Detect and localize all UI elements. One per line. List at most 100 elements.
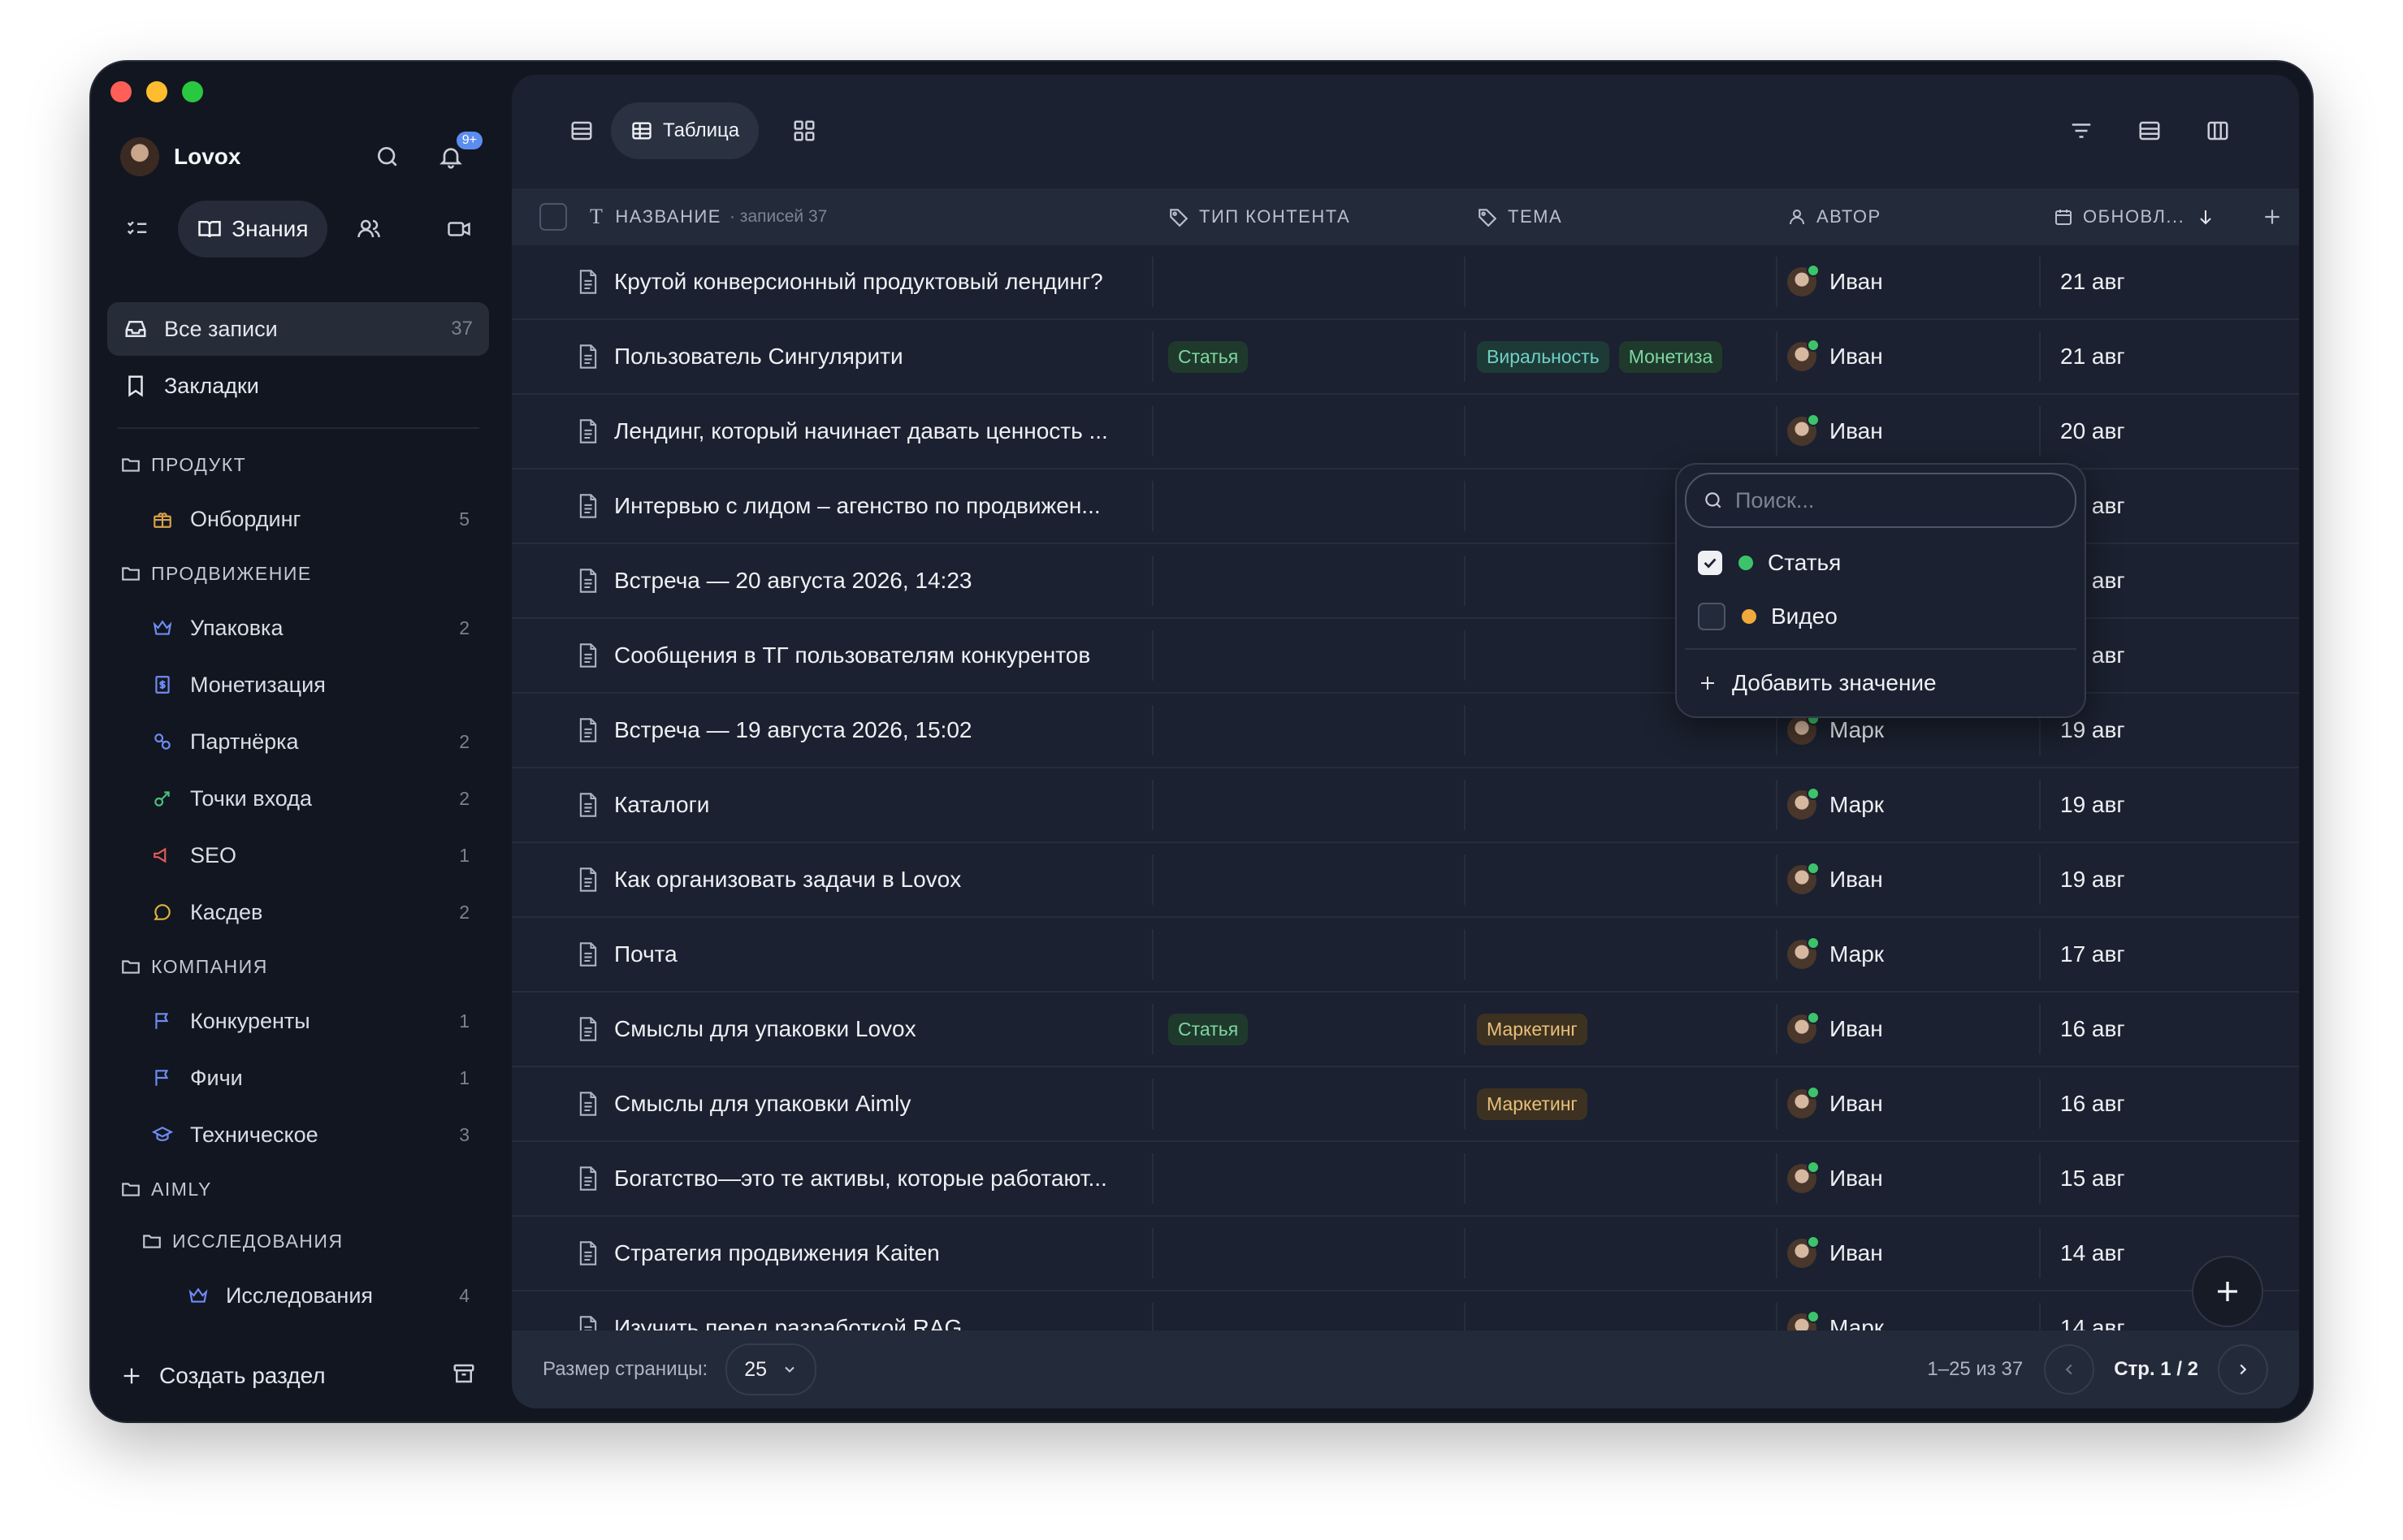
topic-cell[interactable] xyxy=(1477,768,1769,841)
topic-tag[interactable]: Виральность xyxy=(1477,340,1609,373)
author-cell[interactable]: Иван xyxy=(1787,320,1883,393)
add-record-button[interactable] xyxy=(2192,1256,2263,1327)
topic-tag[interactable]: Маркетинг xyxy=(1477,1013,1587,1045)
next-page-button[interactable] xyxy=(2218,1344,2268,1395)
maximize-window-button[interactable] xyxy=(182,81,203,102)
table-row[interactable]: Смыслы для упаковки Aimly Маркетинг Иван… xyxy=(512,1067,2299,1142)
select-all-checkbox[interactable] xyxy=(539,188,567,245)
row-title-cell[interactable]: Почта xyxy=(577,918,678,991)
dropdown-search-input[interactable] xyxy=(1734,487,2046,514)
option-article[interactable]: Статья xyxy=(1698,543,1841,583)
topic-cell[interactable]: Маркетинг xyxy=(1477,1067,1769,1140)
table-row[interactable]: Крутой конверсионный продуктовый лендинг… xyxy=(512,245,2299,320)
columns-layout-icon[interactable] xyxy=(2193,102,2242,159)
topic-cell[interactable] xyxy=(1477,918,1769,991)
checkbox-unchecked[interactable] xyxy=(1698,603,1725,630)
sidebar-item-all-records[interactable]: Все записи 37 xyxy=(107,302,489,356)
table-row[interactable]: Богатство—это те активы, которые работаю… xyxy=(512,1142,2299,1217)
sidebar-item-entry-points[interactable]: Точки входа 2 xyxy=(107,770,489,827)
topic-cell[interactable] xyxy=(1477,1142,1769,1215)
topic-tag[interactable]: Монетиза xyxy=(1618,340,1723,373)
content-type-cell[interactable]: Статья xyxy=(1168,320,1258,393)
row-title-cell[interactable]: Лендинг, который начинает давать ценност… xyxy=(577,395,1108,468)
column-header-content-type[interactable]: ТИП КОНТЕНТА xyxy=(1168,188,1350,245)
add-column-icon[interactable] xyxy=(2262,188,2283,245)
column-header-author[interactable]: АВТОР xyxy=(1787,188,1881,245)
section-promotion[interactable]: ПРОДВИЖЕНИЕ xyxy=(107,547,489,599)
content-type-tag[interactable]: Статья xyxy=(1168,1013,1249,1045)
prev-page-button[interactable] xyxy=(2044,1344,2095,1395)
notifications-bell-icon[interactable]: 9+ xyxy=(431,132,483,177)
table-row[interactable]: Стратегия продвижения Kaiten Иван 14 авг xyxy=(512,1217,2299,1291)
rows-layout-icon[interactable] xyxy=(2125,102,2174,159)
sidebar-item-features[interactable]: Фичи 1 xyxy=(107,1049,489,1106)
create-section-button[interactable]: Создать раздел xyxy=(120,1352,476,1400)
sidebar-item-research[interactable]: Исследования 4 xyxy=(107,1267,489,1324)
row-title-cell[interactable]: Встреча — 20 августа 2026, 14:23 xyxy=(577,544,972,617)
sidebar-item-seo[interactable]: SEO 1 xyxy=(107,827,489,884)
table-row[interactable]: Каталоги Марк 19 авг xyxy=(512,768,2299,843)
sidebar-item-onboarding[interactable]: Онбординг 5 xyxy=(107,491,489,547)
table-row[interactable]: Смыслы для упаковки Lovox Статья Маркети… xyxy=(512,993,2299,1067)
checkbox-checked[interactable] xyxy=(1698,551,1722,575)
tasks-mode-icon[interactable] xyxy=(120,201,154,257)
author-cell[interactable]: Иван xyxy=(1787,1142,1883,1215)
archive-icon[interactable] xyxy=(452,1361,476,1391)
section-company[interactable]: КОМПАНИЯ xyxy=(107,941,489,993)
row-title-cell[interactable]: Интервью с лидом – агенство по продвижен… xyxy=(577,469,1101,543)
table-view-button[interactable]: Таблица xyxy=(611,102,760,159)
avatar[interactable] xyxy=(120,137,159,176)
sidebar-item-bookmarks[interactable]: Закладки xyxy=(107,359,489,413)
section-research[interactable]: ИССЛЕДОВАНИЯ xyxy=(107,1215,489,1267)
table-row[interactable]: Как организовать задачи в Lovox Иван 19 … xyxy=(512,843,2299,918)
row-title-cell[interactable]: Богатство—это те активы, которые работаю… xyxy=(577,1142,1107,1215)
list-view-icon[interactable] xyxy=(557,102,606,159)
sidebar-item-monetization[interactable]: Монетизация xyxy=(107,656,489,713)
knowledge-mode-button[interactable]: Знания xyxy=(178,201,328,257)
sidebar-item-competitors[interactable]: Конкуренты 1 xyxy=(107,993,489,1049)
row-title-cell[interactable]: Крутой конверсионный продуктовый лендинг… xyxy=(577,245,1103,318)
section-product[interactable]: ПРОДУКТ xyxy=(107,439,489,491)
table-row[interactable]: Пользователь Сингулярити Статья Вирально… xyxy=(512,320,2299,395)
sidebar-item-technical[interactable]: Техническое 3 xyxy=(107,1106,489,1163)
row-title-cell[interactable]: Стратегия продвижения Kaiten xyxy=(577,1217,940,1290)
add-value-button[interactable]: Добавить значение xyxy=(1698,663,1937,703)
workspace-header[interactable]: Lovox xyxy=(120,128,476,185)
people-mode-icon[interactable] xyxy=(352,201,385,257)
topic-cell[interactable] xyxy=(1477,843,1769,916)
row-title-cell[interactable]: Смыслы для упаковки Lovox xyxy=(577,993,916,1066)
row-title-cell[interactable]: Смыслы для упаковки Aimly xyxy=(577,1067,911,1140)
close-window-button[interactable] xyxy=(110,81,132,102)
column-header-topic[interactable]: ТЕМА xyxy=(1477,188,1562,245)
row-title-cell[interactable]: Как организовать задачи в Lovox xyxy=(577,843,961,916)
topic-cell[interactable] xyxy=(1477,395,1769,468)
topic-cell[interactable]: Виральность Монетиза xyxy=(1477,320,1769,393)
grid-view-icon[interactable] xyxy=(780,102,829,159)
topic-cell[interactable] xyxy=(1477,1217,1769,1290)
row-title-cell[interactable]: Сообщения в ТГ пользователям конкурентов xyxy=(577,619,1090,692)
sidebar-item-partners[interactable]: Партнёрка 2 xyxy=(107,713,489,770)
filter-icon[interactable] xyxy=(2057,102,2106,159)
search-icon[interactable] xyxy=(367,136,408,177)
video-mode-icon[interactable] xyxy=(443,201,476,257)
author-cell[interactable]: Марк xyxy=(1787,768,1884,841)
row-title-cell[interactable]: Встреча — 19 августа 2026, 15:02 xyxy=(577,694,972,767)
author-cell[interactable]: Иван xyxy=(1787,993,1883,1066)
author-cell[interactable]: Марк xyxy=(1787,918,1884,991)
section-aimly[interactable]: AIMLY xyxy=(107,1163,489,1215)
author-cell[interactable]: Иван xyxy=(1787,843,1883,916)
row-title-cell[interactable]: Каталоги xyxy=(577,768,709,841)
minimize-window-button[interactable] xyxy=(146,81,167,102)
row-title-cell[interactable]: Пользователь Сингулярити xyxy=(577,320,903,393)
topic-tag[interactable]: Маркетинг xyxy=(1477,1088,1587,1120)
column-header-name[interactable]: T НАЗВАНИЕ · записей 37 xyxy=(590,188,827,245)
content-type-tag[interactable]: Статья xyxy=(1168,340,1249,373)
content-type-cell[interactable]: Статья xyxy=(1168,993,1258,1066)
page-size-select[interactable]: 25 xyxy=(725,1343,817,1395)
sidebar-item-custdev[interactable]: Касдев 2 xyxy=(107,884,489,941)
author-cell[interactable]: Иван xyxy=(1787,395,1883,468)
table-row[interactable]: Лендинг, который начинает давать ценност… xyxy=(512,395,2299,469)
column-header-updated[interactable]: ОБНОВЛ... xyxy=(2054,188,2215,245)
sort-down-icon[interactable] xyxy=(2196,207,2215,227)
author-cell[interactable]: Иван xyxy=(1787,1217,1883,1290)
